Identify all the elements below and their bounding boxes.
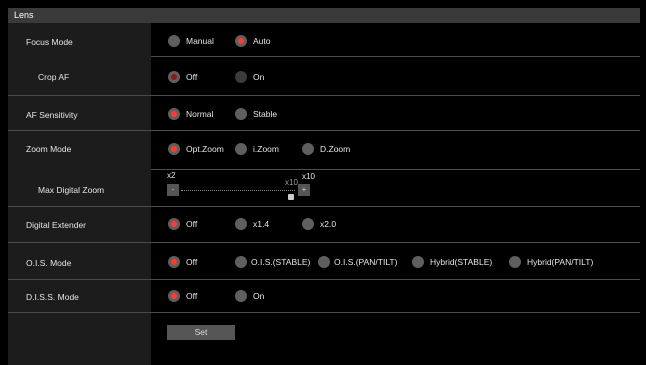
option-label: i.Zoom (253, 144, 279, 154)
focus-mode-label: Focus Mode (26, 37, 73, 47)
option-label: O.I.S.(PAN/TILT) (334, 257, 398, 267)
radio-button[interactable] (235, 256, 247, 268)
af-sensitivity-label: AF Sensitivity (26, 110, 78, 120)
ois-mode-pan-tilt-option[interactable]: O.I.S.(PAN/TILT) (318, 256, 397, 268)
max-digital-zoom-label: Max Digital Zoom (38, 185, 105, 195)
slider-track[interactable] (181, 190, 295, 192)
hybrid-pan-tilt-option[interactable]: Hybrid(PAN/TILT) (509, 256, 593, 268)
option-label: On (253, 291, 265, 301)
digital-extender-off-option[interactable]: Off (168, 218, 197, 230)
af-sensitivity-normal-option[interactable]: Normal (168, 108, 213, 120)
crop-af-on-option[interactable]: On (235, 71, 264, 83)
option-label: On (253, 72, 265, 82)
af-sensitivity-stable-option[interactable]: Stable (235, 108, 277, 120)
radio-button[interactable] (235, 108, 247, 120)
option-label: Hybrid(PAN/TILT) (527, 257, 594, 267)
radio-button[interactable] (235, 71, 247, 83)
radio-button[interactable] (168, 108, 180, 120)
zoom-mode-opt-zoom-option[interactable]: Opt.Zoom (168, 143, 224, 155)
focus-mode-manual-option[interactable]: Manual (168, 35, 214, 47)
divider (8, 130, 640, 131)
option-label: x1.4 (253, 219, 270, 229)
digital-extender-x1-4-option[interactable]: x1.4 (235, 218, 269, 230)
divider (8, 206, 640, 207)
option-label: Off (186, 72, 198, 82)
digital-extender-label: Digital Extender (26, 220, 87, 230)
radio-button[interactable] (412, 256, 424, 268)
ois-mode-off-option[interactable]: Off (168, 256, 197, 268)
focus-mode-auto-option[interactable]: Auto (235, 35, 271, 47)
option-label: Hybrid(STABLE) (430, 257, 493, 267)
option-label: Manual (186, 36, 214, 46)
divider (8, 95, 640, 96)
divider (8, 279, 640, 280)
slider-value-label: x10 (285, 178, 298, 187)
zoom-mode-d-zoom-option[interactable]: D.Zoom (302, 143, 350, 155)
radio-button[interactable] (302, 143, 314, 155)
section-title: Lens (14, 10, 34, 20)
radio-button[interactable] (168, 218, 180, 230)
diss-mode-on-option[interactable]: On (235, 290, 264, 302)
radio-button[interactable] (168, 290, 180, 302)
digital-extender-x2-0-option[interactable]: x2.0 (302, 218, 336, 230)
ois-mode-label: O.I.S. Mode (26, 258, 72, 268)
slider-min-label: x2 (167, 171, 176, 180)
option-label: Opt.Zoom (186, 144, 224, 154)
slider-handle[interactable] (288, 194, 294, 200)
radio-button[interactable] (302, 218, 314, 230)
crop-af-off-option[interactable]: Off (168, 71, 197, 83)
zoom-mode-i-zoom-option[interactable]: i.Zoom (235, 143, 279, 155)
radio-button[interactable] (318, 256, 330, 268)
divider (8, 242, 640, 243)
zoom-increment-button[interactable]: + (298, 184, 310, 196)
option-label: Stable (253, 109, 278, 119)
crop-af-label: Crop AF (38, 72, 70, 82)
diss-mode-off-option[interactable]: Off (168, 290, 197, 302)
option-label: O.I.S.(STABLE) (251, 257, 311, 267)
set-button[interactable]: Set (167, 325, 235, 340)
radio-button[interactable] (168, 143, 180, 155)
option-label: Off (186, 257, 198, 267)
ois-mode-stable-option[interactable]: O.I.S.(STABLE) (235, 256, 310, 268)
radio-button[interactable] (235, 35, 247, 47)
option-label: D.Zoom (320, 144, 351, 154)
option-label: Normal (186, 109, 214, 119)
radio-button[interactable] (509, 256, 521, 268)
radio-button[interactable] (168, 35, 180, 47)
diss-mode-label: D.I.S.S. Mode (26, 292, 79, 302)
divider (8, 312, 640, 313)
divider (151, 169, 640, 170)
divider (151, 56, 640, 57)
zoom-decrement-button[interactable]: - (167, 184, 179, 196)
option-label: Off (186, 291, 198, 301)
radio-button[interactable] (168, 71, 180, 83)
radio-button[interactable] (168, 256, 180, 268)
option-label: x2.0 (320, 219, 337, 229)
radio-button[interactable] (235, 143, 247, 155)
option-label: Auto (253, 36, 271, 46)
option-label: Off (186, 219, 198, 229)
radio-button[interactable] (235, 290, 247, 302)
zoom-mode-label: Zoom Mode (26, 144, 72, 154)
radio-button[interactable] (235, 218, 247, 230)
hybrid-stable-option[interactable]: Hybrid(STABLE) (412, 256, 492, 268)
scrollbar[interactable] (640, 8, 646, 365)
slider-max-label: x10 (302, 172, 315, 181)
section-header: Lens (8, 8, 640, 23)
